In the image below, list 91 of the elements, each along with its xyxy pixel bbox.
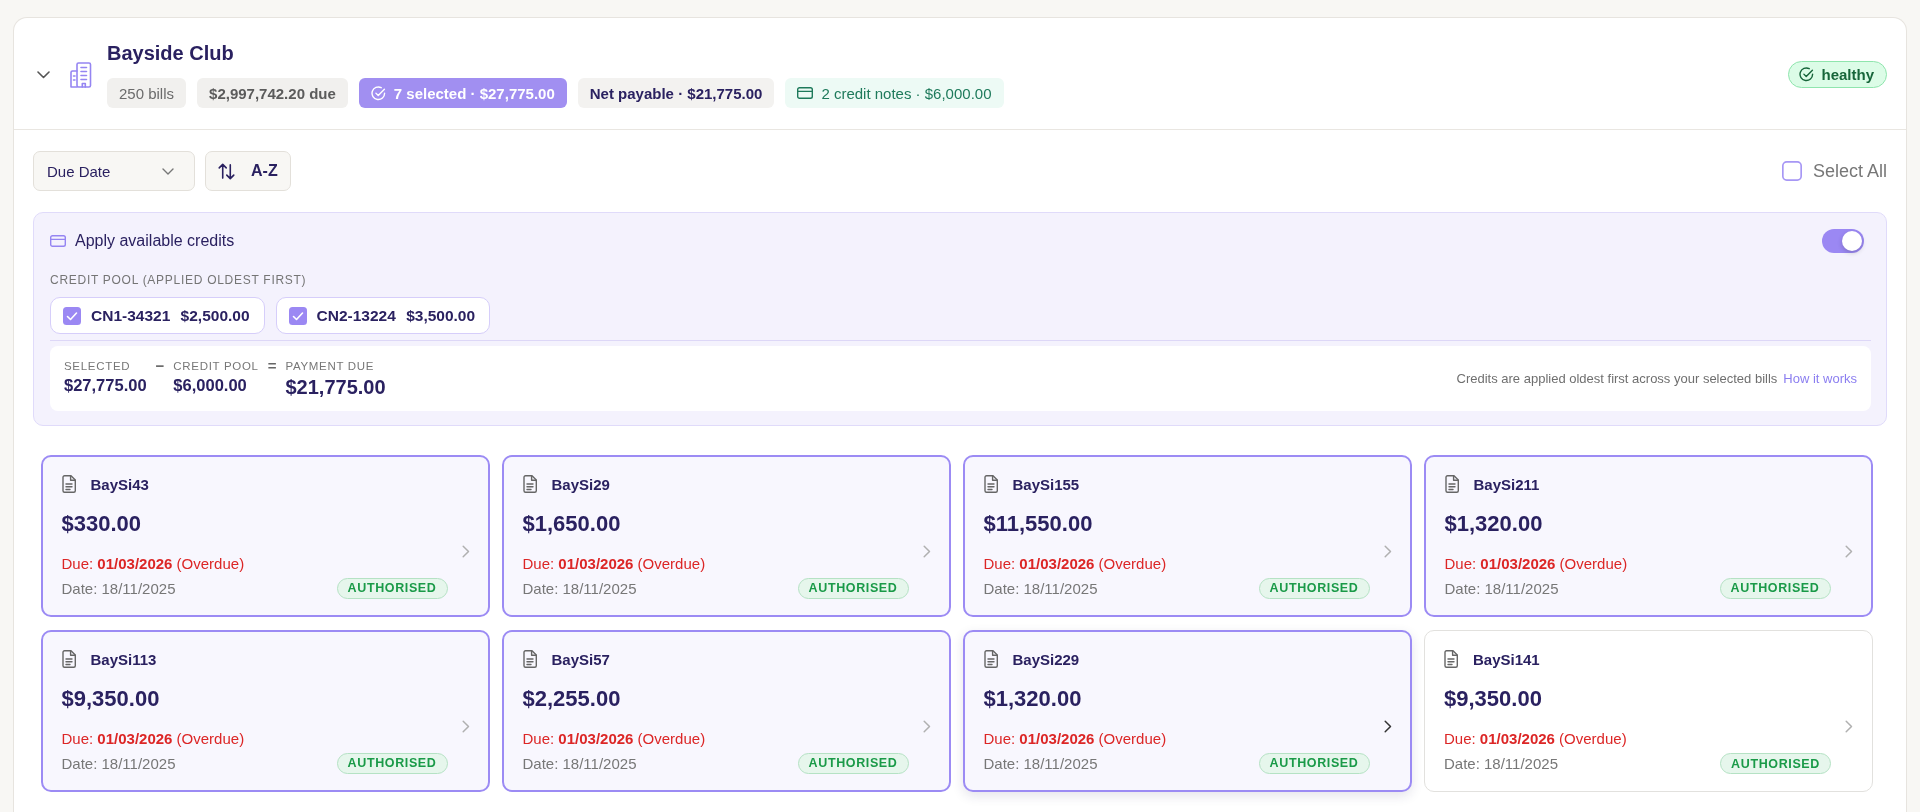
summary-amount: $6,000.00	[173, 374, 247, 395]
document-icon	[522, 475, 537, 493]
dropdown-chevron-icon	[162, 167, 174, 175]
due-date-text: Due: 01/03/2026 (Overdue)	[522, 728, 706, 749]
due-date-text: Due: 01/03/2026 (Overdue)	[983, 553, 1167, 574]
bill-number: BaySi57	[551, 650, 610, 668]
bill-card[interactable]: BaySi57 $2,255.00 Due: 01/03/2026 (Overdue) Date: 18/11/2025 AUTHORISED	[502, 630, 951, 792]
amount-due-badge: $2,997,742.20 due	[197, 78, 348, 108]
summary-amount: $27,775.00	[64, 374, 147, 395]
status-badge: AUTHORISED	[1258, 752, 1370, 774]
issue-date-text: Date: 18/11/2025	[983, 579, 1098, 597]
issue-date-text: Date: 18/11/2025	[61, 579, 176, 597]
status-badge: AUTHORISED	[797, 577, 909, 599]
bill-number: BaySi113	[90, 650, 157, 668]
sort-field-dropdown[interactable]: Due Date	[33, 151, 195, 191]
bill-amount: $1,320.00	[983, 684, 1082, 713]
credit-note-chip[interactable]: CN2-13224 $3,500.00	[275, 297, 491, 334]
document-icon	[61, 650, 76, 668]
chevron-icon[interactable]	[37, 70, 50, 79]
check-circle-icon	[370, 85, 386, 101]
bill-amount: $11,550.00	[983, 509, 1093, 538]
document-icon	[1444, 475, 1459, 493]
select-all-checkbox[interactable]	[1781, 161, 1802, 181]
due-date-text: Due: 01/03/2026 (Overdue)	[522, 553, 706, 574]
summary-label: CREDIT POOL	[173, 358, 259, 373]
status-badge: AUTHORISED	[336, 752, 448, 774]
health-status-text: healthy	[1821, 66, 1874, 83]
document-icon	[522, 650, 537, 668]
document-icon	[1444, 650, 1458, 668]
summary-label: SELECTED	[64, 358, 131, 373]
bill-card[interactable]: BaySi113 $9,350.00 Due: 01/03/2026 (Overdue) Date: 18/11/2025 AUTHORISED	[41, 630, 490, 792]
status-badge: AUTHORISED	[336, 577, 448, 599]
credit-note-chip[interactable]: CN1-34321 $2,500.00	[50, 297, 265, 334]
account-name: Bayside Club	[107, 41, 234, 65]
select-all-label[interactable]: Select All	[1812, 160, 1887, 182]
apply-credits-title: Apply available credits	[75, 232, 235, 250]
bill-number: BaySi229	[1012, 650, 1080, 668]
bill-card[interactable]: BaySi211 $1,320.00 Due: 01/03/2026 (Overdue) Date: 18/11/2025 AUTHORISED	[1424, 455, 1873, 617]
bill-number: BaySi43	[90, 475, 149, 493]
due-date-text: Due: 01/03/2026 (Overdue)	[1444, 553, 1628, 574]
toggle-switch[interactable]	[1822, 229, 1864, 253]
operator-sign: =	[267, 358, 277, 373]
status-badge: AUTHORISED	[797, 752, 909, 774]
issue-date-text: Date: 18/11/2025	[522, 579, 637, 597]
bill-card[interactable]: BaySi141 $9,350.00 Due: 01/03/2026 (Overdue) Date: 18/11/2025 AUTHORISED	[1424, 630, 1873, 792]
bill-card[interactable]: BaySi43 $330.00 Due: 01/03/2026 (Overdue) Date: 18/11/2025 AUTHORISED	[41, 455, 490, 617]
summary-label: PAYMENT DUE	[285, 358, 375, 373]
issue-date-text: Date: 18/11/2025	[1444, 755, 1558, 772]
status-badge: AUTHORISED	[1720, 753, 1831, 774]
due-date-text: Due: 01/03/2026 (Overdue)	[61, 728, 245, 749]
issue-date-text: Date: 18/11/2025	[983, 754, 1098, 772]
payment-due-amount: $21,775.00	[285, 374, 386, 399]
document-icon	[983, 475, 998, 493]
bill-amount: $1,320.00	[1444, 509, 1543, 538]
selection-summary-text: 7 selected · $27,775.00	[393, 84, 555, 102]
document-icon	[61, 475, 76, 493]
bill-number: BaySi29	[551, 475, 610, 493]
bill-number: BaySi141	[1473, 650, 1540, 668]
due-date-text: Due: 01/03/2026 (Overdue)	[61, 553, 245, 574]
bill-amount: $9,350.00	[1444, 685, 1542, 713]
bill-number: BaySi211	[1473, 475, 1540, 493]
checkbox[interactable]	[63, 306, 81, 325]
sort-arrows-icon	[218, 162, 235, 180]
status-badge: AUTHORISED	[1258, 577, 1370, 599]
bill-amount: $2,255.00	[522, 684, 621, 713]
bill-amount: $1,650.00	[522, 509, 621, 538]
bill-amount: $9,350.00	[61, 684, 160, 713]
due-date-text: Due: 01/03/2026 (Overdue)	[983, 728, 1167, 749]
status-badge: AUTHORISED	[1719, 577, 1831, 599]
bill-number: BaySi155	[1012, 475, 1080, 493]
credit-pool-label: CREDIT POOL (APPLIED OLDEST FIRST)	[50, 272, 307, 288]
issue-date-text: Date: 18/11/2025	[61, 754, 176, 772]
bill-card[interactable]: BaySi229 $1,320.00 Due: 01/03/2026 (Overdue) Date: 18/11/2025 AUTHORISED	[963, 630, 1412, 792]
credit-card-icon	[797, 87, 814, 99]
sort-order-button[interactable]: A-Z	[205, 151, 291, 191]
checkbox[interactable]	[288, 306, 307, 325]
document-icon	[983, 650, 998, 668]
credit-card-icon	[50, 235, 66, 247]
building-icon	[70, 61, 92, 88]
bill-card[interactable]: BaySi155 $11,550.00 Due: 01/03/2026 (Overdue) Date: 18/11/2025 AUTHORISED	[963, 455, 1412, 617]
bill-card[interactable]: BaySi29 $1,650.00 Due: 01/03/2026 (Overdue) Date: 18/11/2025 AUTHORISED	[502, 455, 951, 617]
credits-info-text: Credits are applied oldest first across your selected bills	[1456, 371, 1778, 386]
issue-date-text: Date: 18/11/2025	[522, 754, 637, 772]
operator-sign: −	[155, 358, 165, 373]
issue-date-text: Date: 18/11/2025	[1444, 579, 1559, 597]
check-circle-icon	[1799, 67, 1815, 82]
due-date-text: Due: 01/03/2026 (Overdue)	[1444, 729, 1627, 749]
bill-amount: $330.00	[61, 509, 142, 538]
credit-notes-text: 2 credit notes · $6,000.00	[821, 84, 992, 102]
net-payable-badge: Net payable · $21,775.00	[577, 78, 775, 108]
bill-count-badge: 250 bills	[107, 78, 187, 108]
